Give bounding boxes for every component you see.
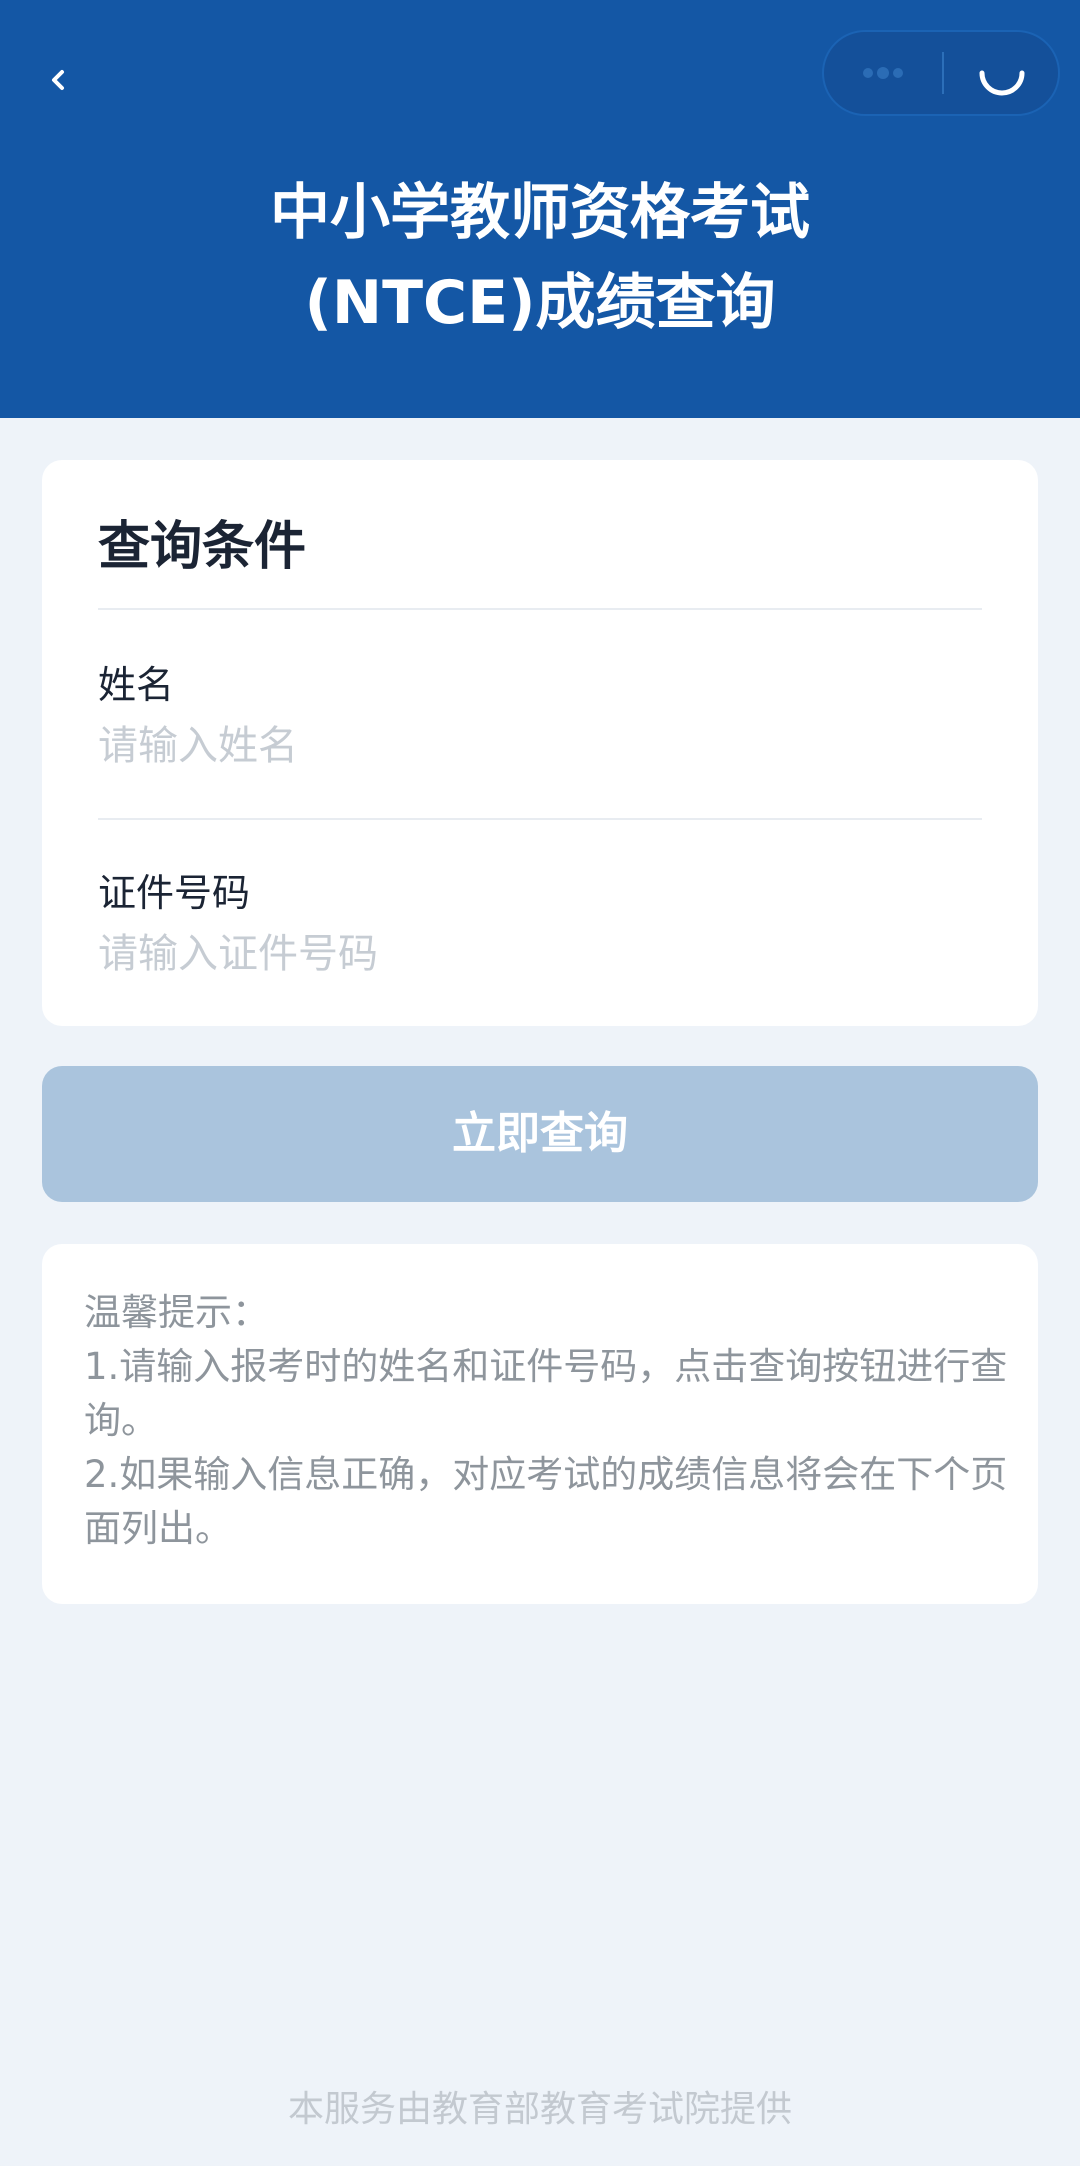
- id-number-input[interactable]: [98, 924, 958, 984]
- header-bar: 中小学教师资格考试 (NTCE)成绩查询: [0, 0, 1080, 418]
- tips-heading: 温馨提示：: [84, 1291, 269, 1334]
- query-form-card: 查询条件 姓名 证件号码: [42, 460, 1038, 1026]
- name-input[interactable]: [98, 716, 958, 776]
- back-button[interactable]: [42, 50, 102, 110]
- more-dots-icon: [863, 67, 903, 79]
- close-button[interactable]: [944, 32, 1060, 114]
- close-circle-icon: [979, 70, 1025, 96]
- id-number-label: 证件号码: [98, 871, 251, 915]
- name-label: 姓名: [98, 663, 175, 707]
- more-button[interactable]: [824, 32, 942, 114]
- mini-program-capsule: [822, 30, 1060, 116]
- page-title-line-1: 中小学教师资格考试: [270, 178, 810, 248]
- form-divider: [98, 608, 982, 610]
- tips-line-2: 2.如果输入信息正确，对应考试的成绩信息将会在下个页面列出。: [84, 1453, 1008, 1550]
- chevron-left-icon: [52, 70, 64, 90]
- page-title: 中小学教师资格考试 (NTCE)成绩查询: [0, 168, 1080, 348]
- tips-card: 温馨提示： 1.请输入报考时的姓名和证件号码，点击查询按钮进行查询。 2.如果输…: [42, 1244, 1038, 1604]
- page-title-line-2: (NTCE)成绩查询: [304, 268, 776, 338]
- footer-provider-text: 本服务由教育部教育考试院提供: [287, 2089, 792, 2130]
- form-divider: [98, 818, 982, 820]
- query-submit-button[interactable]: 立即查询: [42, 1066, 1038, 1202]
- tips-line-1: 1.请输入报考时的姓名和证件号码，点击查询按钮进行查询。: [84, 1345, 1008, 1442]
- tips-text: 温馨提示： 1.请输入报考时的姓名和证件号码，点击查询按钮进行查询。 2.如果输…: [84, 1286, 1014, 1556]
- query-conditions-title: 查询条件: [98, 517, 307, 577]
